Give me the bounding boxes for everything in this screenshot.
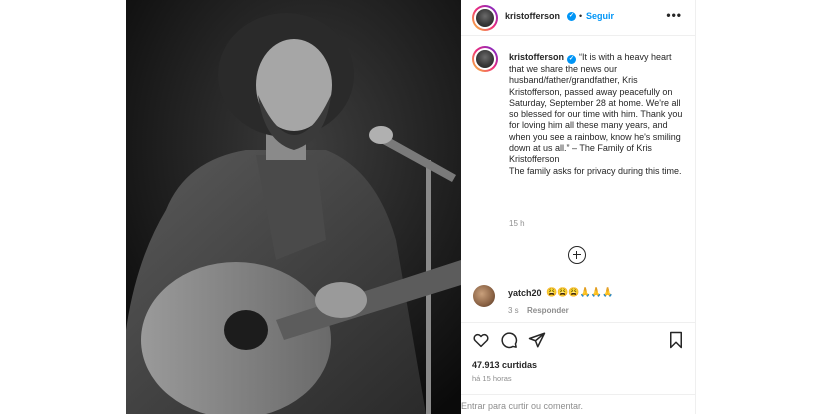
commenter-avatar[interactable] xyxy=(473,285,495,307)
author-username[interactable]: kristofferson xyxy=(505,11,560,21)
header-separator: • xyxy=(579,11,583,21)
instagram-post-page: kristofferson ✓ • Seguir ••• kristoffers… xyxy=(0,0,828,414)
caption-avatar[interactable] xyxy=(472,46,498,72)
comment-time: 3 s xyxy=(508,306,519,315)
caption-text-block: kristofferson ✓ “It is with a heavy heart … xyxy=(509,52,687,177)
bookmark-icon[interactable] xyxy=(667,331,685,349)
plus-circle-icon[interactable] xyxy=(568,246,586,264)
follow-button[interactable]: Seguir xyxy=(586,11,614,21)
comment-icon[interactable] xyxy=(500,331,518,349)
comment-bar xyxy=(461,394,696,414)
heart-icon[interactable] xyxy=(472,331,490,349)
more-options-icon[interactable]: ••• xyxy=(666,8,682,22)
post-header: kristofferson ✓ • Seguir ••• xyxy=(461,0,696,36)
caption-time: 15 h xyxy=(509,219,525,228)
post-date: há 15 horas xyxy=(472,374,512,383)
share-icon[interactable] xyxy=(528,331,546,349)
caption-username[interactable]: kristofferson xyxy=(509,52,564,62)
post-photo-art xyxy=(126,0,461,414)
author-avatar[interactable] xyxy=(472,5,498,31)
verified-badge-icon: ✓ xyxy=(567,12,576,21)
caption-text: “It is with a heavy heart that we share … xyxy=(509,52,683,176)
reply-button[interactable]: Responder xyxy=(527,306,569,315)
comment-text: 😩😩😩🙏🙏🙏 xyxy=(546,287,614,297)
post-photo[interactable] xyxy=(126,0,461,414)
comment-input[interactable] xyxy=(461,399,681,413)
commenter-username[interactable]: yatch20 xyxy=(508,288,542,298)
likes-count[interactable]: 47.913 curtidas xyxy=(472,360,537,370)
post-side-panel: kristofferson ✓ • Seguir ••• kristoffers… xyxy=(461,0,696,414)
caption-verified-badge-icon: ✓ xyxy=(567,55,577,64)
action-bar xyxy=(461,322,696,356)
